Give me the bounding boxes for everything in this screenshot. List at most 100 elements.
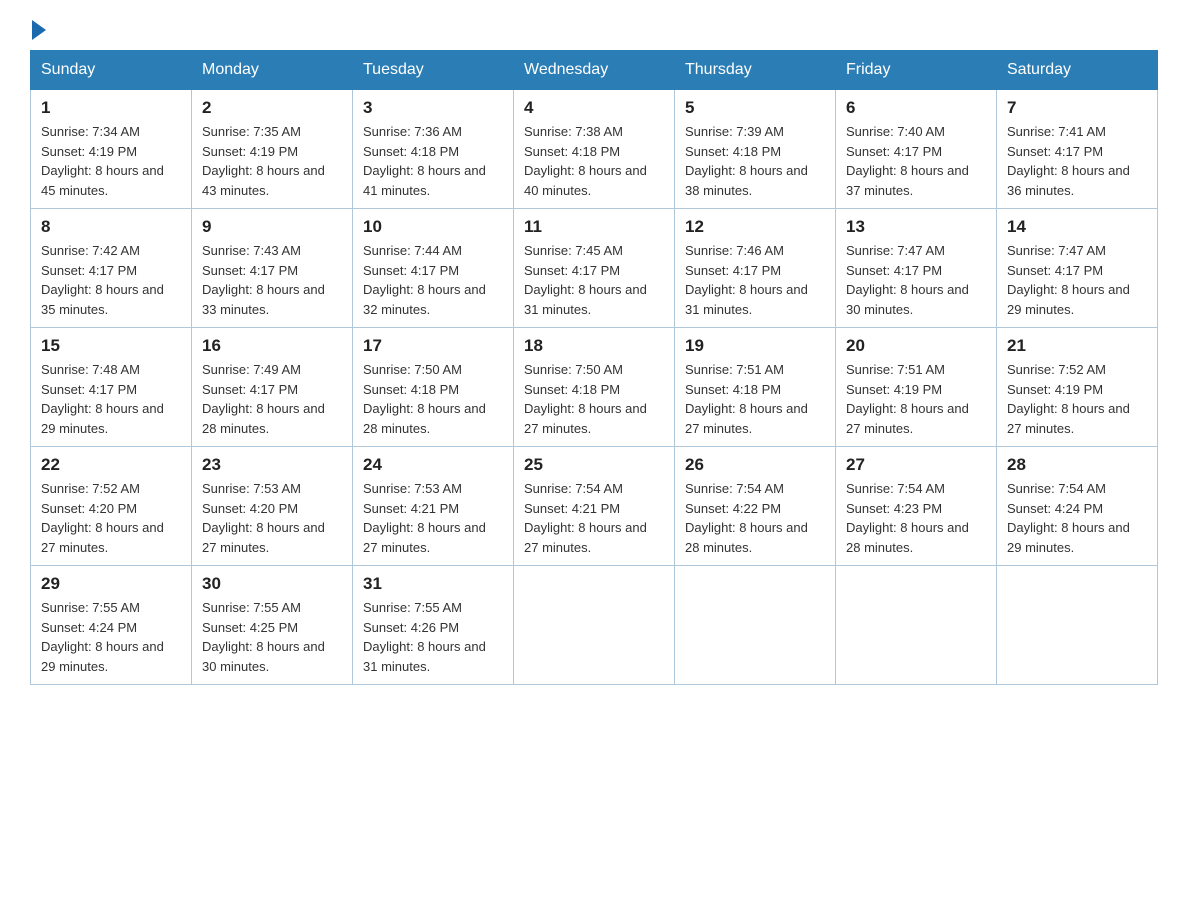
day-number: 28 (1007, 455, 1147, 475)
day-number: 30 (202, 574, 342, 594)
day-number: 31 (363, 574, 503, 594)
calendar-cell: 21 Sunrise: 7:52 AM Sunset: 4:19 PM Dayl… (997, 328, 1158, 447)
day-info: Sunrise: 7:54 AM Sunset: 4:24 PM Dayligh… (1007, 479, 1147, 557)
weekday-header-tuesday: Tuesday (353, 51, 514, 90)
day-number: 27 (846, 455, 986, 475)
weekday-header-friday: Friday (836, 51, 997, 90)
day-number: 7 (1007, 98, 1147, 118)
calendar-cell: 4 Sunrise: 7:38 AM Sunset: 4:18 PM Dayli… (514, 90, 675, 209)
day-info: Sunrise: 7:42 AM Sunset: 4:17 PM Dayligh… (41, 241, 181, 319)
day-info: Sunrise: 7:47 AM Sunset: 4:17 PM Dayligh… (846, 241, 986, 319)
day-info: Sunrise: 7:51 AM Sunset: 4:19 PM Dayligh… (846, 360, 986, 438)
day-info: Sunrise: 7:39 AM Sunset: 4:18 PM Dayligh… (685, 122, 825, 200)
day-number: 26 (685, 455, 825, 475)
day-info: Sunrise: 7:36 AM Sunset: 4:18 PM Dayligh… (363, 122, 503, 200)
calendar-cell: 23 Sunrise: 7:53 AM Sunset: 4:20 PM Dayl… (192, 447, 353, 566)
calendar-cell: 30 Sunrise: 7:55 AM Sunset: 4:25 PM Dayl… (192, 566, 353, 685)
weekday-header-row: SundayMondayTuesdayWednesdayThursdayFrid… (31, 51, 1158, 90)
calendar-week-row: 1 Sunrise: 7:34 AM Sunset: 4:19 PM Dayli… (31, 90, 1158, 209)
day-info: Sunrise: 7:40 AM Sunset: 4:17 PM Dayligh… (846, 122, 986, 200)
calendar-cell: 29 Sunrise: 7:55 AM Sunset: 4:24 PM Dayl… (31, 566, 192, 685)
day-info: Sunrise: 7:55 AM Sunset: 4:25 PM Dayligh… (202, 598, 342, 676)
day-number: 5 (685, 98, 825, 118)
calendar-cell: 17 Sunrise: 7:50 AM Sunset: 4:18 PM Dayl… (353, 328, 514, 447)
day-number: 19 (685, 336, 825, 356)
calendar-cell: 18 Sunrise: 7:50 AM Sunset: 4:18 PM Dayl… (514, 328, 675, 447)
calendar-cell: 27 Sunrise: 7:54 AM Sunset: 4:23 PM Dayl… (836, 447, 997, 566)
day-info: Sunrise: 7:47 AM Sunset: 4:17 PM Dayligh… (1007, 241, 1147, 319)
calendar-cell: 9 Sunrise: 7:43 AM Sunset: 4:17 PM Dayli… (192, 209, 353, 328)
day-number: 3 (363, 98, 503, 118)
calendar-cell: 2 Sunrise: 7:35 AM Sunset: 4:19 PM Dayli… (192, 90, 353, 209)
day-number: 17 (363, 336, 503, 356)
weekday-header-wednesday: Wednesday (514, 51, 675, 90)
calendar-cell: 1 Sunrise: 7:34 AM Sunset: 4:19 PM Dayli… (31, 90, 192, 209)
day-number: 10 (363, 217, 503, 237)
calendar-cell: 12 Sunrise: 7:46 AM Sunset: 4:17 PM Dayl… (675, 209, 836, 328)
day-number: 24 (363, 455, 503, 475)
day-info: Sunrise: 7:53 AM Sunset: 4:21 PM Dayligh… (363, 479, 503, 557)
day-info: Sunrise: 7:50 AM Sunset: 4:18 PM Dayligh… (363, 360, 503, 438)
calendar-cell: 8 Sunrise: 7:42 AM Sunset: 4:17 PM Dayli… (31, 209, 192, 328)
calendar-cell: 16 Sunrise: 7:49 AM Sunset: 4:17 PM Dayl… (192, 328, 353, 447)
calendar-cell: 15 Sunrise: 7:48 AM Sunset: 4:17 PM Dayl… (31, 328, 192, 447)
day-info: Sunrise: 7:38 AM Sunset: 4:18 PM Dayligh… (524, 122, 664, 200)
day-number: 20 (846, 336, 986, 356)
day-info: Sunrise: 7:50 AM Sunset: 4:18 PM Dayligh… (524, 360, 664, 438)
calendar-cell (675, 566, 836, 685)
day-info: Sunrise: 7:55 AM Sunset: 4:26 PM Dayligh… (363, 598, 503, 676)
day-number: 1 (41, 98, 181, 118)
day-number: 22 (41, 455, 181, 475)
logo (30, 20, 48, 40)
calendar-week-row: 8 Sunrise: 7:42 AM Sunset: 4:17 PM Dayli… (31, 209, 1158, 328)
day-info: Sunrise: 7:49 AM Sunset: 4:17 PM Dayligh… (202, 360, 342, 438)
day-number: 25 (524, 455, 664, 475)
day-info: Sunrise: 7:41 AM Sunset: 4:17 PM Dayligh… (1007, 122, 1147, 200)
calendar-cell: 25 Sunrise: 7:54 AM Sunset: 4:21 PM Dayl… (514, 447, 675, 566)
day-number: 18 (524, 336, 664, 356)
calendar-cell: 5 Sunrise: 7:39 AM Sunset: 4:18 PM Dayli… (675, 90, 836, 209)
weekday-header-saturday: Saturday (997, 51, 1158, 90)
day-number: 4 (524, 98, 664, 118)
day-info: Sunrise: 7:48 AM Sunset: 4:17 PM Dayligh… (41, 360, 181, 438)
calendar-cell: 3 Sunrise: 7:36 AM Sunset: 4:18 PM Dayli… (353, 90, 514, 209)
calendar-cell (997, 566, 1158, 685)
day-number: 2 (202, 98, 342, 118)
calendar-cell: 14 Sunrise: 7:47 AM Sunset: 4:17 PM Dayl… (997, 209, 1158, 328)
day-number: 29 (41, 574, 181, 594)
day-info: Sunrise: 7:54 AM Sunset: 4:23 PM Dayligh… (846, 479, 986, 557)
day-info: Sunrise: 7:54 AM Sunset: 4:21 PM Dayligh… (524, 479, 664, 557)
calendar-cell: 13 Sunrise: 7:47 AM Sunset: 4:17 PM Dayl… (836, 209, 997, 328)
day-info: Sunrise: 7:45 AM Sunset: 4:17 PM Dayligh… (524, 241, 664, 319)
calendar-cell: 6 Sunrise: 7:40 AM Sunset: 4:17 PM Dayli… (836, 90, 997, 209)
day-number: 16 (202, 336, 342, 356)
calendar-cell: 31 Sunrise: 7:55 AM Sunset: 4:26 PM Dayl… (353, 566, 514, 685)
calendar-cell (836, 566, 997, 685)
day-number: 11 (524, 217, 664, 237)
calendar-cell: 24 Sunrise: 7:53 AM Sunset: 4:21 PM Dayl… (353, 447, 514, 566)
calendar-cell: 26 Sunrise: 7:54 AM Sunset: 4:22 PM Dayl… (675, 447, 836, 566)
calendar-cell: 28 Sunrise: 7:54 AM Sunset: 4:24 PM Dayl… (997, 447, 1158, 566)
calendar-cell: 19 Sunrise: 7:51 AM Sunset: 4:18 PM Dayl… (675, 328, 836, 447)
calendar-cell: 20 Sunrise: 7:51 AM Sunset: 4:19 PM Dayl… (836, 328, 997, 447)
day-info: Sunrise: 7:54 AM Sunset: 4:22 PM Dayligh… (685, 479, 825, 557)
page-header (30, 20, 1158, 40)
day-number: 13 (846, 217, 986, 237)
day-info: Sunrise: 7:43 AM Sunset: 4:17 PM Dayligh… (202, 241, 342, 319)
day-number: 23 (202, 455, 342, 475)
day-number: 8 (41, 217, 181, 237)
day-info: Sunrise: 7:52 AM Sunset: 4:20 PM Dayligh… (41, 479, 181, 557)
calendar-table: SundayMondayTuesdayWednesdayThursdayFrid… (30, 50, 1158, 685)
calendar-cell: 10 Sunrise: 7:44 AM Sunset: 4:17 PM Dayl… (353, 209, 514, 328)
calendar-cell: 11 Sunrise: 7:45 AM Sunset: 4:17 PM Dayl… (514, 209, 675, 328)
day-number: 14 (1007, 217, 1147, 237)
day-info: Sunrise: 7:35 AM Sunset: 4:19 PM Dayligh… (202, 122, 342, 200)
day-number: 12 (685, 217, 825, 237)
day-info: Sunrise: 7:53 AM Sunset: 4:20 PM Dayligh… (202, 479, 342, 557)
day-number: 15 (41, 336, 181, 356)
day-info: Sunrise: 7:34 AM Sunset: 4:19 PM Dayligh… (41, 122, 181, 200)
day-info: Sunrise: 7:52 AM Sunset: 4:19 PM Dayligh… (1007, 360, 1147, 438)
day-info: Sunrise: 7:44 AM Sunset: 4:17 PM Dayligh… (363, 241, 503, 319)
day-number: 6 (846, 98, 986, 118)
weekday-header-thursday: Thursday (675, 51, 836, 90)
